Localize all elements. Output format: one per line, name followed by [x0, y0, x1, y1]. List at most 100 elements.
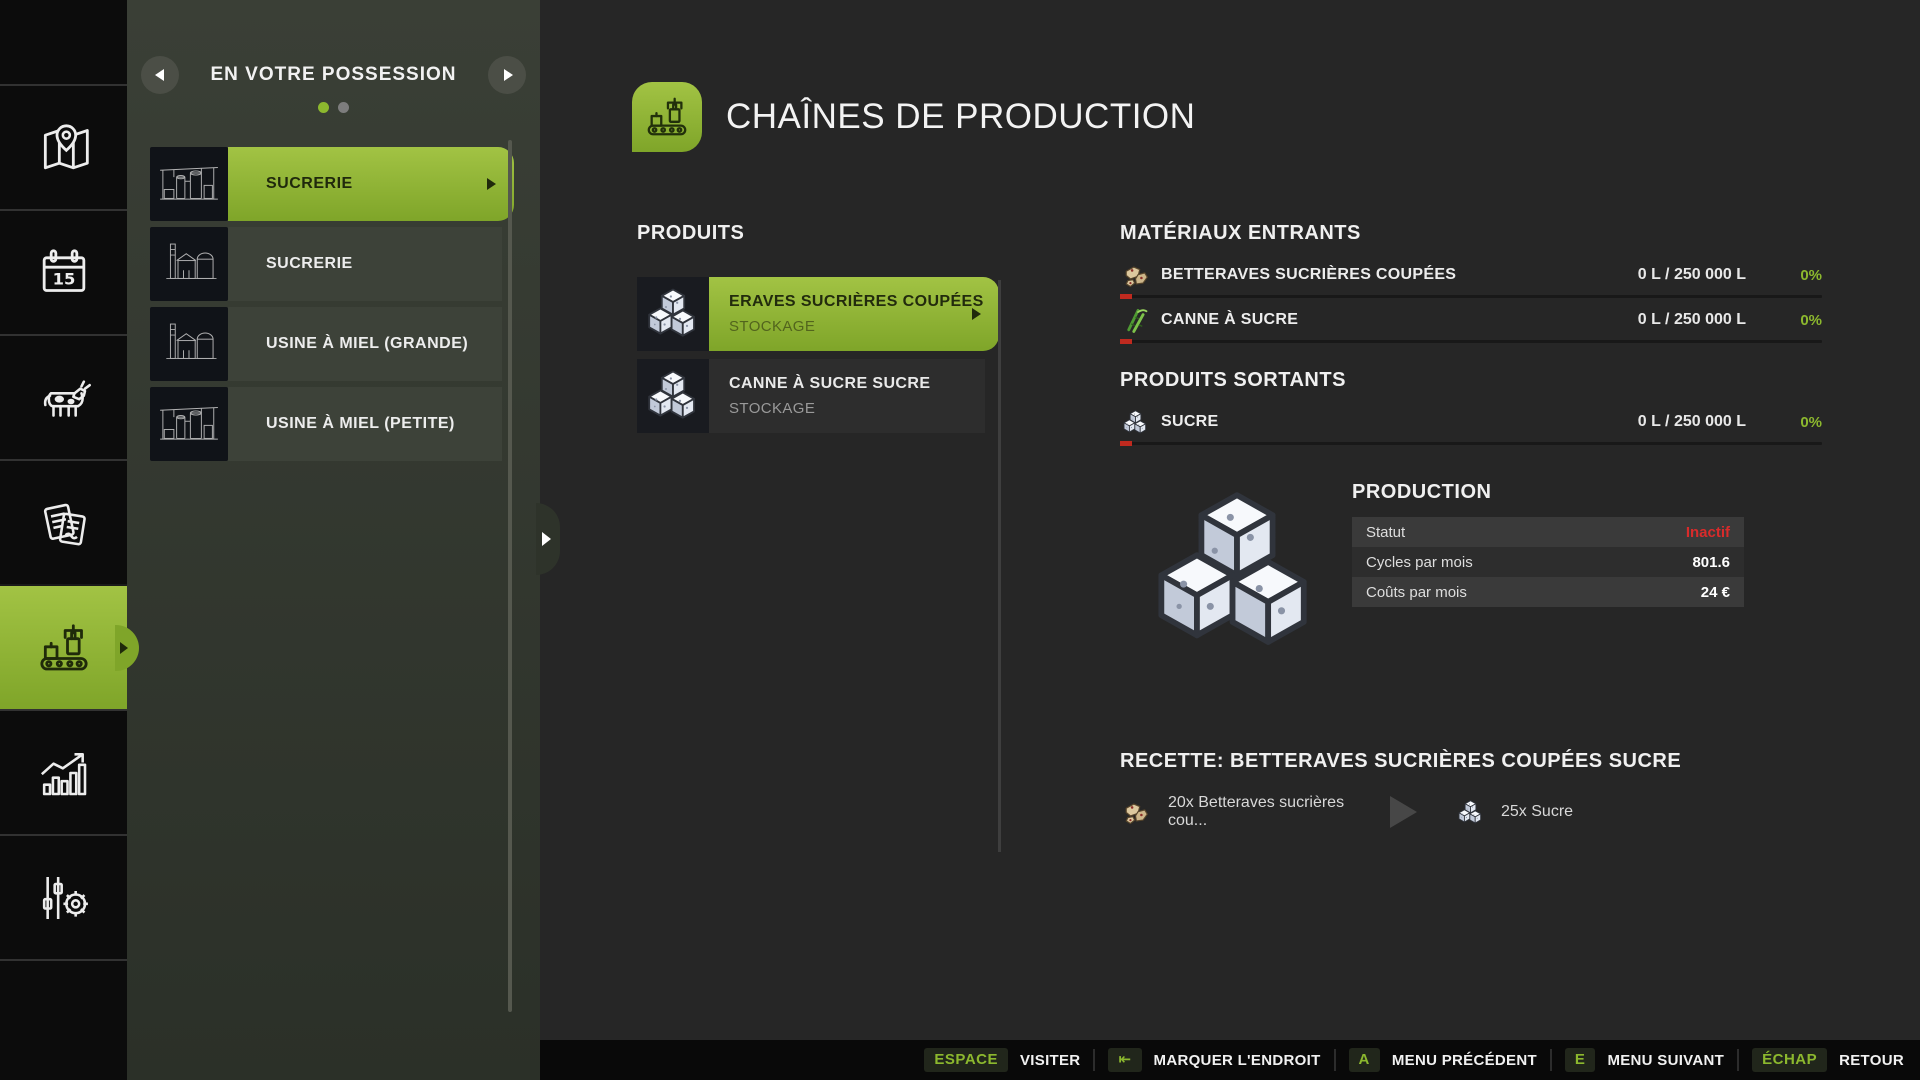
building-item-sucrerie[interactable]: SUCRERIE	[150, 227, 502, 301]
input-amount: 0 L / 250 000 L	[1637, 266, 1746, 283]
building-thumbnail	[150, 307, 228, 381]
chevron-left-icon	[154, 69, 164, 81]
key-e: E	[1564, 1047, 1596, 1073]
factory-thumbnail-icon	[156, 318, 222, 370]
hint-label: MARQUER L'ENDROIT	[1153, 1051, 1321, 1069]
sugar-cubes-icon	[1455, 799, 1485, 826]
hint-separator	[1549, 1049, 1552, 1071]
sugar-cubes-icon	[645, 286, 701, 342]
input-percent: 0%	[1800, 311, 1822, 329]
input-percent: 0%	[1800, 266, 1822, 284]
production-stats-table: Statut Inactif Cycles par mois 801.6 Coû…	[1352, 517, 1744, 607]
sidebar-item-contracts[interactable]	[0, 459, 127, 584]
product-thumbnail	[637, 359, 709, 433]
stat-row-couts: Coûts par mois 24 €	[1352, 577, 1744, 607]
production-icon	[644, 94, 690, 140]
hint-marquer: ⇤ MARQUER L'ENDROIT	[1108, 1047, 1321, 1073]
production-chains-screen: EN VOTRE POSSESSION SUCRERIE SUCRERIE US…	[0, 0, 1920, 1080]
output-row-sucre: SUCRE 0 L / 250 000 L 0%	[1120, 408, 1822, 446]
hint-separator	[1737, 1049, 1740, 1071]
page-dots	[127, 102, 540, 113]
selected-arrow-icon	[972, 308, 981, 320]
product-item-betteraves-sucre[interactable]: ERAVES SUCRIÈRES COUPÉES STOCKAGE	[637, 277, 999, 351]
product-item-canne-sucre[interactable]: CANNE À SUCRE SUCRE STOCKAGE	[637, 359, 985, 433]
sugar-cubes-icon	[645, 368, 701, 424]
input-row-betteraves: BETTERAVES SUCRIÈRES COUPÉES 0 L / 250 0…	[1120, 261, 1822, 299]
recipe-section: RECETTE: BETTERAVES SUCRIÈRES COUPÉES SU…	[1120, 750, 1822, 829]
products-column: PRODUITS ERAVES SUCRIÈRES COUPÉES STOCKA…	[637, 222, 1001, 852]
map-icon	[36, 120, 92, 176]
page-title: CHAÎNES DE PRODUCTION	[726, 97, 1196, 136]
fill-level-bar	[1120, 441, 1822, 446]
stat-value: 24 €	[1700, 583, 1730, 601]
production-block: PRODUCTION Statut Inactif Cycles par moi…	[1120, 481, 1822, 665]
recipe-title: RECETTE: BETTERAVES SUCRIÈRES COUPÉES SU…	[1120, 750, 1682, 772]
sidebar-item-calendar[interactable]	[0, 209, 127, 334]
sidebar-item-statistics[interactable]	[0, 709, 127, 834]
hint-label: MENU PRÉCÉDENT	[1391, 1051, 1537, 1069]
fill-level-marker	[1120, 339, 1132, 344]
building-list-scrollbar[interactable]	[508, 140, 512, 1012]
page-icon-badge	[632, 82, 702, 152]
page-header: CHAÎNES DE PRODUCTION	[632, 82, 1195, 152]
sugarcane-icon	[1120, 307, 1150, 334]
chevron-right-icon	[541, 532, 551, 546]
building-thumbnail	[150, 387, 228, 461]
page-dot-active[interactable]	[318, 102, 329, 113]
stat-value-status: Inactif	[1685, 523, 1730, 541]
building-item-usine-miel-grande[interactable]: USINE À MIEL (GRANDE)	[150, 307, 502, 381]
recipe-input-text: 20x Betteraves sucrières cou...	[1168, 794, 1345, 829]
refinery-thumbnail-icon	[156, 158, 222, 210]
stat-row-cycles: Cycles par mois 801.6	[1352, 547, 1744, 577]
sidebar-item-production-chains[interactable]	[0, 584, 139, 709]
beet-chunks-icon	[1120, 799, 1150, 826]
key-a: A	[1348, 1047, 1380, 1073]
production-icon	[36, 620, 92, 676]
hint-menu-precedent: A MENU PRÉCÉDENT	[1348, 1047, 1537, 1073]
products-section-title: PRODUITS	[637, 222, 745, 244]
factory-thumbnail-icon	[156, 238, 222, 290]
input-label: CANNE À SUCRE	[1161, 311, 1299, 328]
detail-column: MATÉRIAUX ENTRANTS BETTERAVES SUCRIÈRES …	[1120, 222, 1822, 829]
products-scrollbar[interactable]	[998, 280, 1001, 852]
contracts-icon	[36, 495, 92, 551]
page-dot[interactable]	[338, 102, 349, 113]
product-name: ERAVES SUCRIÈRES COUPÉES	[729, 293, 984, 310]
outputs-section-title: PRODUITS SORTANTS	[1120, 369, 1346, 391]
fill-level-bar	[1120, 294, 1822, 299]
fill-level-marker	[1120, 441, 1132, 446]
stat-label: Coûts par mois	[1366, 583, 1467, 601]
input-amount: 0 L / 250 000 L	[1637, 311, 1746, 328]
building-label: USINE À MIEL (PETITE)	[266, 415, 455, 432]
building-item-usine-miel-petite[interactable]: USINE À MIEL (PETITE)	[150, 387, 502, 461]
output-percent: 0%	[1800, 413, 1822, 431]
stats-icon	[36, 745, 92, 801]
stat-row-statut: Statut Inactif	[1352, 517, 1744, 547]
beet-chunks-icon	[1120, 262, 1150, 289]
sidebar-item-finances[interactable]	[0, 834, 127, 959]
fill-level-marker	[1120, 294, 1132, 299]
building-item-sucrerie-selected[interactable]: SUCRERIE	[150, 147, 514, 221]
ownership-header: EN VOTRE POSSESSION	[141, 54, 526, 96]
page-next-button[interactable]	[488, 56, 526, 94]
sidebar-item-animals[interactable]	[0, 334, 127, 459]
building-label: SUCRERIE	[266, 175, 353, 192]
page-prev-button[interactable]	[141, 56, 179, 94]
building-thumbnail	[150, 227, 228, 301]
hint-menu-suivant: E MENU SUIVANT	[1564, 1047, 1725, 1073]
product-name: CANNE À SUCRE SUCRE	[729, 375, 931, 392]
inputs-section-title: MATÉRIAUX ENTRANTS	[1120, 222, 1361, 244]
recipe-output-text: 25x Sucre	[1501, 803, 1574, 820]
output-amount: 0 L / 250 000 L	[1637, 413, 1746, 430]
building-list: SUCRERIE SUCRERIE USINE À MIEL (GRANDE)	[150, 147, 514, 467]
main-content: CHAÎNES DE PRODUCTION PRODUITS ERAVES SU…	[540, 0, 1920, 1040]
sidebar-item-map[interactable]	[0, 84, 127, 209]
building-label: SUCRERIE	[266, 255, 353, 272]
hint-label: RETOUR	[1839, 1051, 1904, 1069]
cow-icon	[36, 370, 92, 426]
hint-label: MENU SUIVANT	[1607, 1051, 1725, 1069]
production-info: PRODUCTION Statut Inactif Cycles par moi…	[1352, 481, 1744, 665]
recipe-row: 20x Betteraves sucrières cou... 25x Sucr…	[1120, 794, 1822, 829]
fill-level-bar	[1120, 339, 1822, 344]
